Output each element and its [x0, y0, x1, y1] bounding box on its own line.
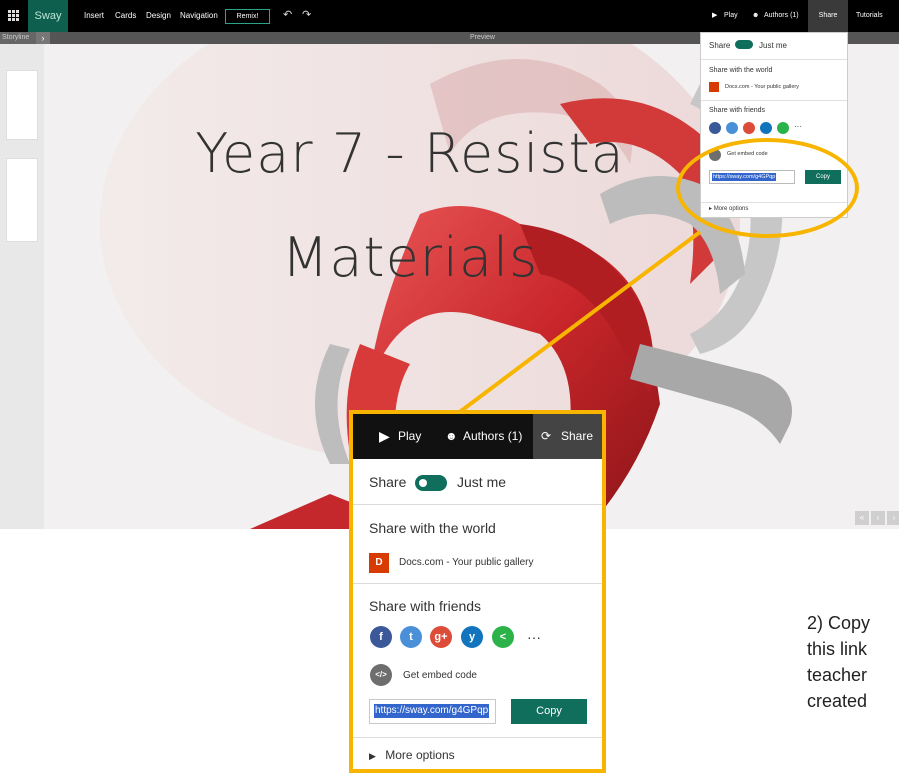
more-options-caret-icon: ▶: [369, 751, 376, 761]
sway-screenshot: Sway Insert Cards Design Navigation Remi…: [0, 0, 899, 773]
zoom-yammer-icon[interactable]: y: [461, 626, 483, 648]
zoom-share-scope-row: Share Just me: [353, 459, 602, 505]
zoom-share-label: Share: [561, 429, 594, 443]
zoom-share-link-icon[interactable]: <: [492, 626, 514, 648]
zoom-play-icon[interactable]: ▶: [379, 414, 390, 459]
zoom-share-friends-section: Share with friends f t g+ y < ··· </> Ge…: [353, 584, 602, 738]
zoom-more-options[interactable]: ▶ More options: [369, 748, 455, 762]
zoom-authors-button[interactable]: Authors (1): [463, 414, 522, 459]
zoom-share-toggle[interactable]: [415, 475, 447, 491]
zoom-share-world-heading: Share with the world: [369, 520, 496, 536]
instruction-line: this link: [807, 639, 868, 659]
zoom-embed-code-link[interactable]: Get embed code: [403, 670, 477, 681]
zoom-copy-button[interactable]: Copy: [511, 699, 587, 724]
instruction-text: 2) Copy this link teacher created: [807, 610, 899, 714]
instruction-line: teacher: [807, 665, 868, 685]
zoom-share-scope: Just me: [457, 474, 507, 490]
zoom-share-label: Share: [369, 474, 407, 490]
zoom-authors-icon[interactable]: ☻: [445, 414, 458, 459]
zoom-facebook-icon[interactable]: f: [370, 626, 392, 648]
zoom-twitter-icon[interactable]: t: [400, 626, 422, 648]
zoom-docs-icon: D: [369, 553, 389, 573]
zoom-url-field[interactable]: https://sway.com/g4GPqp: [369, 699, 496, 724]
zoom-share-icon: ⟳: [541, 429, 552, 443]
zoom-docs-link[interactable]: Docs.com - Your public gallery: [399, 557, 534, 568]
instruction-line: 2) Copy: [807, 613, 871, 633]
zoom-play-button[interactable]: Play: [398, 414, 421, 459]
zoom-embed-code-icon: </>: [370, 664, 392, 686]
zoom-more-options-label: More options: [385, 748, 455, 762]
zoom-share-world-section: Share with the world D Docs.com - Your p…: [353, 505, 602, 584]
share-flyout-zoomed: ▶ Play ☻ Authors (1) ⟳ Share Share Just …: [349, 410, 606, 773]
instruction-line: created: [807, 691, 868, 711]
zoom-share-tab[interactable]: ⟳ Share: [533, 414, 602, 459]
zoom-url-text: https://sway.com/g4GPqp: [374, 704, 490, 718]
zoom-google-plus-icon[interactable]: g+: [430, 626, 452, 648]
zoomed-top-bar: ▶ Play ☻ Authors (1) ⟳ Share: [353, 414, 602, 459]
zoom-share-friends-heading: Share with friends: [369, 598, 482, 614]
zoom-more-share-icon[interactable]: ···: [527, 629, 541, 645]
